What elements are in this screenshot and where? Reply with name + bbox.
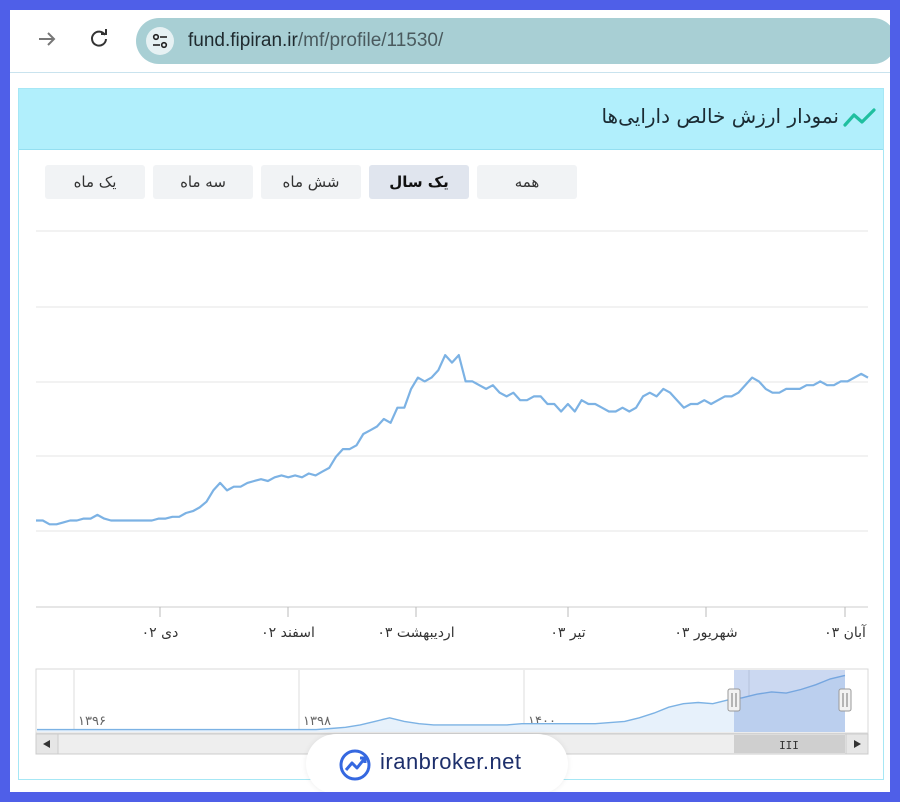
x-axis-ticks: دی ۰۲ اسفند ۰۲ اردیبهشت ۰۳ تیر ۰۳ شهریور ۰۳ آ… (142, 607, 867, 641)
x-tick-label: تیر ۰۳ (550, 625, 585, 641)
forward-icon[interactable] (32, 24, 62, 54)
browser-toolbar: fund.fipiran.ir/mf/profile/11530/ (10, 10, 890, 73)
nav-line-chart: دی ۰۲ اسفند ۰۲ اردیبهشت ۰۳ تیر ۰۳ شهریور ۰۳ آ… (35, 230, 869, 755)
growth-chart-logo-icon (339, 749, 371, 781)
navigator-year-label: ۱۳۹۸ (303, 714, 331, 729)
url-text[interactable]: fund.fipiran.ir/mf/profile/11530/ (188, 30, 443, 52)
x-tick-label: اسفند ۰۲ (261, 625, 315, 641)
url-path: /mf/profile/11530/ (297, 30, 444, 51)
navigator-handle-right[interactable] (838, 688, 852, 712)
range-navigator[interactable]: ۱۳۹۶۱۳۹۸۱۴۰۰۱۴۰۲ (35, 668, 869, 734)
x-tick-label: دی ۰۲ (142, 625, 179, 641)
navigator-selection[interactable] (734, 670, 845, 732)
chart-gridlines (36, 230, 868, 608)
x-tick-label: آبان ۰۳ (824, 624, 867, 641)
x-tick-label: شهریور ۰۳ (674, 625, 737, 641)
nav-series-line (36, 354, 869, 526)
reload-arrow-icon (91, 29, 107, 47)
navigator-year-label: ۱۳۹۶ (78, 714, 106, 729)
reload-icon[interactable] (84, 24, 114, 54)
scrollbar-grip: III (779, 739, 799, 752)
watermark-text: iranbroker.net (380, 749, 522, 774)
arrow-right-icon (39, 32, 56, 46)
address-bar[interactable]: fund.fipiran.ir/mf/profile/11530/ (136, 18, 890, 64)
url-host: fund.fipiran.ir (188, 30, 298, 51)
nav-chart-panel: نمودار ارزش خالص دارایی‌ها همه یک سال شش… (18, 88, 884, 780)
screenshot-frame: fund.fipiran.ir/mf/profile/11530/ نمودار… (10, 10, 890, 792)
watermark-badge: iranbroker.net (306, 734, 568, 792)
x-tick-label: اردیبهشت ۰۳ (377, 625, 454, 641)
site-settings-icon[interactable] (146, 27, 174, 55)
navigator-handle-left[interactable] (727, 688, 741, 712)
